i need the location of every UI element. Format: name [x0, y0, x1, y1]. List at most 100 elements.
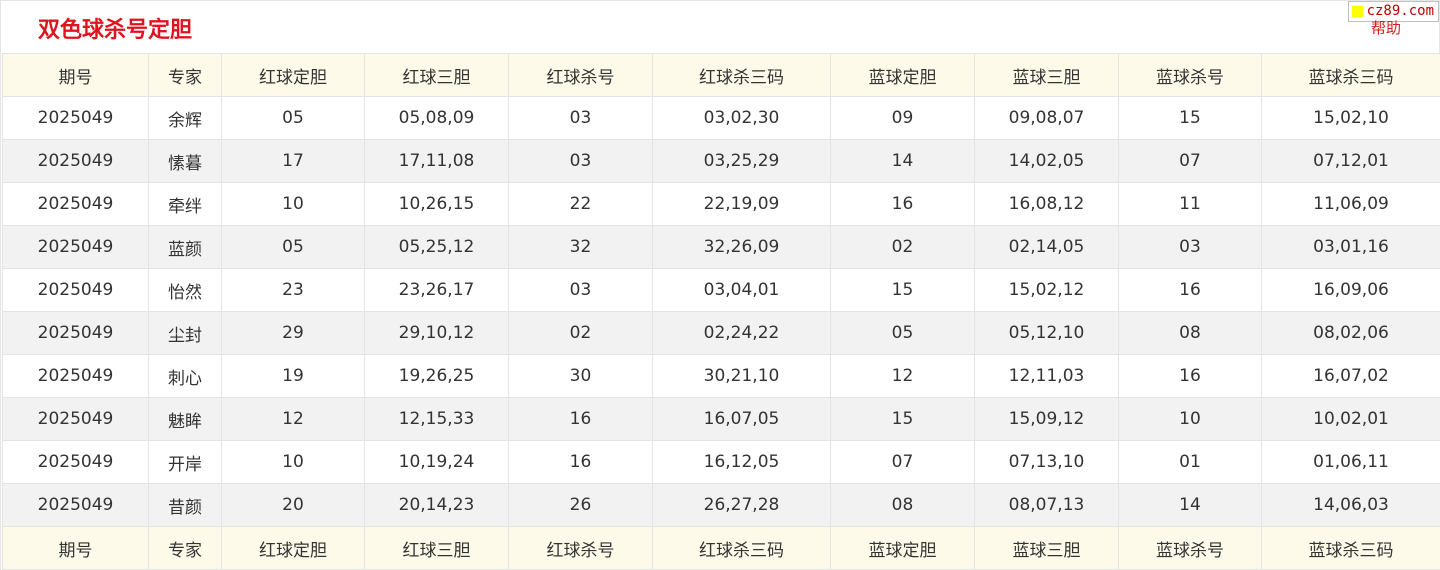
cell-blue-kill: 10	[1118, 397, 1262, 441]
cell-blue-fixed: 16	[830, 182, 975, 226]
cell-expert: 余辉	[148, 96, 222, 140]
cell-blue-kill-three: 15,02,10	[1261, 96, 1440, 140]
cell-blue-three: 14,02,05	[974, 139, 1119, 183]
cell-blue-kill-three: 08,02,06	[1261, 311, 1440, 355]
cell-blue-three: 08,07,13	[974, 483, 1119, 527]
footer-header-blue-three: 蓝球三胆	[974, 526, 1119, 570]
cell-issue: 2025049	[2, 268, 149, 312]
cell-issue: 2025049	[2, 225, 149, 269]
cell-red-fixed: 10	[221, 440, 365, 484]
cell-blue-kill: 08	[1118, 311, 1262, 355]
footer-header-row: 期号 专家 红球定胆 红球三胆 红球杀号 红球杀三码 蓝球定胆 蓝球三胆 蓝球杀号 蓝球杀三码	[2, 526, 1440, 570]
table-row: 2025049 蓝颜 05 05,25,12 32 32,26,09 02 02,14,05 0…	[2, 225, 1440, 269]
cell-blue-kill: 16	[1118, 354, 1262, 398]
table-row: 2025049 昔颜 20 20,14,23 26 26,27,28 08 08,07,13 1…	[2, 483, 1440, 527]
table-row: 2025049 愫暮 17 17,11,08 03 03,25,29 14 14,02,05 0…	[2, 139, 1440, 183]
cell-red-three: 20,14,23	[364, 483, 509, 527]
help-link[interactable]: 帮助	[1371, 19, 1401, 37]
footer-header-issue: 期号	[2, 526, 149, 570]
cell-expert: 牵绊	[148, 182, 222, 226]
cell-red-fixed: 05	[221, 96, 365, 140]
cell-blue-three: 07,13,10	[974, 440, 1119, 484]
cell-blue-kill: 01	[1118, 440, 1262, 484]
cell-red-kill: 16	[508, 440, 653, 484]
cell-blue-kill-three: 07,12,01	[1261, 139, 1440, 183]
cell-expert: 昔颜	[148, 483, 222, 527]
cell-issue: 2025049	[2, 483, 149, 527]
cell-blue-kill: 03	[1118, 225, 1262, 269]
cell-blue-fixed: 15	[830, 397, 975, 441]
cell-red-three: 05,08,09	[364, 96, 509, 140]
cell-red-fixed: 19	[221, 354, 365, 398]
cell-blue-kill: 14	[1118, 483, 1262, 527]
table-footer: 期号 专家 红球定胆 红球三胆 红球杀号 红球杀三码 蓝球定胆 蓝球三胆 蓝球杀号 蓝球杀三码	[2, 526, 1440, 570]
column-header-row: 期号 专家 红球定胆 红球三胆 红球杀号 红球杀三码 蓝球定胆 蓝球三胆 蓝球杀号 蓝球杀三码	[2, 53, 1440, 97]
cell-blue-kill: 16	[1118, 268, 1262, 312]
cell-blue-fixed: 14	[830, 139, 975, 183]
cell-blue-kill: 11	[1118, 182, 1262, 226]
cell-blue-three: 15,02,12	[974, 268, 1119, 312]
cell-blue-fixed: 09	[830, 96, 975, 140]
cell-blue-kill-three: 16,07,02	[1261, 354, 1440, 398]
cell-issue: 2025049	[2, 354, 149, 398]
cell-blue-three: 05,12,10	[974, 311, 1119, 355]
cell-red-kill: 03	[508, 139, 653, 183]
cell-red-kill-three: 02,24,22	[652, 311, 831, 355]
cell-red-kill: 32	[508, 225, 653, 269]
table-row: 2025049 余辉 05 05,08,09 03 03,02,30 09 09,08,07 1…	[2, 96, 1440, 140]
cell-blue-fixed: 08	[830, 483, 975, 527]
footer-header-blue-kill-three: 蓝球杀三码	[1261, 526, 1440, 570]
footer-header-blue-kill: 蓝球杀号	[1118, 526, 1262, 570]
cell-expert: 蓝颜	[148, 225, 222, 269]
table-row: 2025049 刺心 19 19,26,25 30 30,21,10 12 12,11,03 1…	[2, 354, 1440, 398]
footer-header-red-kill-three: 红球杀三码	[652, 526, 831, 570]
column-header-expert: 专家	[148, 53, 222, 97]
cell-issue: 2025049	[2, 96, 149, 140]
cell-red-kill-three: 32,26,09	[652, 225, 831, 269]
cell-blue-fixed: 15	[830, 268, 975, 312]
cell-red-kill: 03	[508, 268, 653, 312]
cell-red-kill: 03	[508, 96, 653, 140]
cell-blue-three: 15,09,12	[974, 397, 1119, 441]
cell-blue-kill-three: 01,06,11	[1261, 440, 1440, 484]
cell-red-three: 12,15,33	[364, 397, 509, 441]
cell-red-fixed: 05	[221, 225, 365, 269]
column-header-blue-fixed: 蓝球定胆	[830, 53, 975, 97]
cell-blue-three: 16,08,12	[974, 182, 1119, 226]
cell-red-three: 10,19,24	[364, 440, 509, 484]
column-header-red-fixed: 红球定胆	[221, 53, 365, 97]
cell-red-kill-three: 16,07,05	[652, 397, 831, 441]
column-header-blue-kill-three: 蓝球杀三码	[1261, 53, 1440, 97]
table-row: 2025049 魅眸 12 12,15,33 16 16,07,05 15 15,09,12 1…	[2, 397, 1440, 441]
cell-red-fixed: 23	[221, 268, 365, 312]
cell-red-fixed: 17	[221, 139, 365, 183]
footer-header-red-kill: 红球杀号	[508, 526, 653, 570]
cell-expert: 愫暮	[148, 139, 222, 183]
cell-red-kill-three: 03,02,30	[652, 96, 831, 140]
cell-issue: 2025049	[2, 397, 149, 441]
cell-issue: 2025049	[2, 440, 149, 484]
page-title: 双色球杀号定胆	[38, 18, 193, 43]
column-header-blue-three: 蓝球三胆	[974, 53, 1119, 97]
cell-red-three: 05,25,12	[364, 225, 509, 269]
table-row: 2025049 牵绊 10 10,26,15 22 22,19,09 16 16,08,12 1…	[2, 182, 1440, 226]
prediction-table: 期号 专家 红球定胆 红球三胆 红球杀号 红球杀三码 蓝球定胆 蓝球三胆 蓝球杀号 蓝球杀三码 2…	[2, 53, 1440, 570]
cell-red-fixed: 29	[221, 311, 365, 355]
cell-blue-three: 09,08,07	[974, 96, 1119, 140]
title-bar: 双色球杀号定胆 cz89.com 帮助	[1, 0, 1439, 53]
table-row: 2025049 尘封 29 29,10,12 02 02,24,22 05 05,12,10 0…	[2, 311, 1440, 355]
cell-blue-fixed: 02	[830, 225, 975, 269]
cell-red-kill: 22	[508, 182, 653, 226]
cell-blue-three: 02,14,05	[974, 225, 1119, 269]
brand-square-icon	[1351, 6, 1363, 17]
cell-blue-kill: 07	[1118, 139, 1262, 183]
cell-red-kill: 02	[508, 311, 653, 355]
cell-blue-kill-three: 11,06,09	[1261, 182, 1440, 226]
cell-red-kill-three: 30,21,10	[652, 354, 831, 398]
table-body: 2025049 余辉 05 05,08,09 03 03,02,30 09 09,08,07 1…	[2, 96, 1440, 527]
cell-blue-fixed: 12	[830, 354, 975, 398]
cell-red-three: 10,26,15	[364, 182, 509, 226]
cell-red-kill-three: 26,27,28	[652, 483, 831, 527]
cell-red-three: 17,11,08	[364, 139, 509, 183]
cell-issue: 2025049	[2, 139, 149, 183]
